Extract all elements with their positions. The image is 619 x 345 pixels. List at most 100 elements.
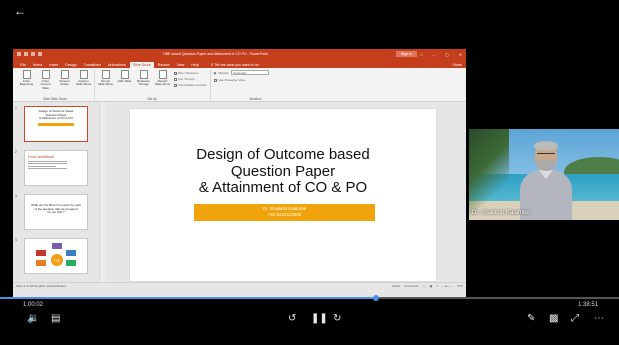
elapsed-time: 1:00:02 bbox=[23, 302, 44, 308]
start-slideshow-icon[interactable] bbox=[38, 52, 42, 56]
pen-icon: ✎ bbox=[527, 313, 536, 324]
ribbon-tabs: File Home Insert Design Transitions Anim… bbox=[13, 59, 466, 68]
more-button[interactable]: ⋯ bbox=[594, 312, 604, 326]
status-bar: Slide 1 of 103 English (United States) N… bbox=[13, 282, 466, 288]
use-timings-checkbox[interactable]: Use Timings bbox=[174, 77, 207, 81]
hide-slide-button[interactable]: Hide Slide bbox=[117, 70, 132, 100]
volume-button[interactable]: 🔉 bbox=[27, 312, 39, 326]
custom-slide-show-button[interactable]: Custom Slide Show bbox=[76, 70, 91, 100]
lightbulb-icon: ⚲ bbox=[210, 63, 214, 67]
normal-view-icon[interactable]: ▢ bbox=[423, 284, 426, 288]
pause-button[interactable]: ❚❚ bbox=[311, 312, 328, 326]
slideshow-icon bbox=[41, 70, 50, 79]
slide-thumbnail-2[interactable]: Poor workflow! bbox=[24, 150, 88, 186]
notes-button[interactable]: Notes bbox=[392, 284, 400, 288]
picture-in-picture-icon: ▩ bbox=[549, 313, 559, 324]
more-icon: ⋯ bbox=[594, 313, 604, 324]
group-label: Monitors bbox=[249, 97, 262, 101]
seek-bar-handle[interactable] bbox=[372, 295, 379, 301]
captions-button[interactable]: ▤ bbox=[51, 312, 60, 326]
arrow-left-icon: ← bbox=[14, 4, 26, 18]
ribbon: From Beginning From Current Slide Presen… bbox=[13, 68, 466, 102]
diagram-thumbnail-graphic: CIE bbox=[36, 243, 76, 266]
presenter-beard bbox=[537, 160, 555, 171]
slide-thumbnail-4[interactable]: CIE bbox=[24, 238, 88, 274]
setup-checkboxes: Play Narrations Use Timings Show Media C… bbox=[174, 70, 207, 100]
redo-icon[interactable] bbox=[31, 52, 35, 56]
ribbon-group-setup: Set Up Slide Show Hide Slide Rehearse Ti… bbox=[95, 70, 211, 101]
monitor-icon: ▣ bbox=[213, 70, 217, 75]
rehearse-timings-button[interactable]: Rehearse Timings bbox=[136, 70, 151, 100]
thumbnail-number: 3 bbox=[15, 194, 17, 198]
monitor-select[interactable]: ▣ Monitor: Automatic bbox=[214, 70, 298, 75]
video-player: ← OBE based Question Paper and Attainmen… bbox=[0, 0, 619, 345]
fullscreen-button[interactable]: ⤢ bbox=[571, 312, 579, 326]
record-icon bbox=[158, 70, 167, 79]
slide-thumbnail-1[interactable]: Design of Outcome based Question Paper &… bbox=[24, 106, 88, 142]
seek-bar[interactable] bbox=[0, 295, 619, 301]
slide-title: Design of Outcome based Question Paper &… bbox=[196, 146, 370, 196]
current-slide[interactable]: Design of Outcome based Question Paper &… bbox=[130, 109, 436, 281]
slide-thumbnail-3[interactable]: What are the Bloom's Levels for each of … bbox=[24, 194, 88, 230]
workspace: 1 Design of Outcome based Question Paper… bbox=[13, 102, 466, 288]
pen-button[interactable]: ✎ bbox=[527, 312, 535, 326]
stopwatch-icon bbox=[139, 70, 148, 79]
zoom-level[interactable]: 72% bbox=[457, 284, 463, 288]
setup-icon bbox=[101, 70, 110, 79]
back-button[interactable]: ← bbox=[14, 4, 26, 18]
thumbnail-diagram-label: CIE bbox=[54, 258, 61, 263]
close-icon[interactable]: ✕ bbox=[459, 52, 462, 57]
undo-icon[interactable] bbox=[24, 52, 28, 56]
ribbon-group-start-slideshow: From Beginning From Current Slide Presen… bbox=[16, 70, 95, 101]
picture-in-picture-button[interactable]: ▩ bbox=[549, 312, 558, 326]
forward-30-button[interactable]: ↻ bbox=[333, 312, 341, 326]
presenter-glasses bbox=[537, 153, 555, 156]
hide-slide-icon bbox=[120, 70, 129, 79]
presenter-hair bbox=[534, 141, 558, 150]
author-bar bbox=[38, 122, 74, 126]
window-controls: □ – ▢ ✕ bbox=[420, 52, 462, 57]
maximize-icon[interactable]: ▢ bbox=[445, 52, 449, 57]
shared-screen-powerpoint: OBE based Question Paper and Attainment … bbox=[13, 49, 466, 298]
slide-sorter-icon[interactable]: ▦ bbox=[430, 284, 433, 288]
reading-view-icon[interactable]: □ bbox=[436, 284, 438, 288]
volume-icon: 🔉 bbox=[27, 313, 40, 324]
save-icon[interactable] bbox=[17, 52, 21, 56]
slideshow-icon bbox=[22, 70, 31, 79]
captions-icon: ▤ bbox=[51, 313, 61, 324]
participant-name: Dr. Shailesh Kalambe bbox=[472, 210, 530, 216]
ribbon-group-monitors: ▣ Monitor: Automatic Use Presenter View … bbox=[211, 70, 301, 101]
total-duration: 1:38:51 bbox=[578, 302, 599, 308]
checkbox-icon bbox=[213, 78, 217, 82]
comments-button[interactable]: Comments bbox=[404, 284, 419, 288]
zoom-slider[interactable]: —●—— bbox=[442, 284, 453, 288]
quick-access-toolbar bbox=[17, 52, 42, 56]
show-media-controls-checkbox[interactable]: Show Media Controls bbox=[174, 83, 207, 87]
thumbnail-number: 1 bbox=[15, 106, 17, 110]
ribbon-display-icon[interactable]: □ bbox=[420, 52, 422, 57]
fullscreen-icon: ⤢ bbox=[571, 313, 579, 324]
window-title: OBE based Question Paper and Attainment … bbox=[163, 52, 268, 56]
minimize-icon[interactable]: – bbox=[433, 52, 435, 57]
thumbnail-number: 4 bbox=[15, 238, 17, 242]
thumbnails-scrollbar[interactable] bbox=[99, 102, 105, 288]
play-narrations-checkbox[interactable]: Play Narrations bbox=[174, 71, 207, 75]
present-online-button[interactable]: Present Online bbox=[57, 70, 72, 100]
slide-count-status: Slide 1 of 103 English (United States) bbox=[16, 283, 66, 288]
sign-in-button[interactable]: Sign in bbox=[396, 51, 417, 57]
present-online-icon bbox=[60, 70, 69, 79]
rewind-10-icon: ↺ bbox=[288, 313, 297, 324]
participant-video-tile: Dr. Shailesh Kalambe bbox=[469, 129, 619, 220]
forward-30-icon: ↻ bbox=[333, 313, 342, 324]
set-up-slide-show-button[interactable]: Set Up Slide Show bbox=[98, 70, 113, 100]
thumbnail-number: 2 bbox=[15, 150, 17, 154]
seek-bar-progress bbox=[0, 297, 376, 299]
rewind-10-button[interactable]: ↺ bbox=[288, 312, 296, 326]
group-label: Set Up bbox=[147, 97, 158, 101]
from-current-slide-button[interactable]: From Current Slide bbox=[38, 70, 53, 100]
presenter-view-checkbox[interactable]: Use Presenter View bbox=[213, 78, 298, 82]
from-beginning-button[interactable]: From Beginning bbox=[19, 70, 34, 100]
pause-icon: ❚❚ bbox=[311, 313, 328, 324]
slide-thumbnails-pane: 1 Design of Outcome based Question Paper… bbox=[13, 102, 108, 288]
record-slide-show-button[interactable]: Record Slide Show bbox=[155, 70, 170, 100]
